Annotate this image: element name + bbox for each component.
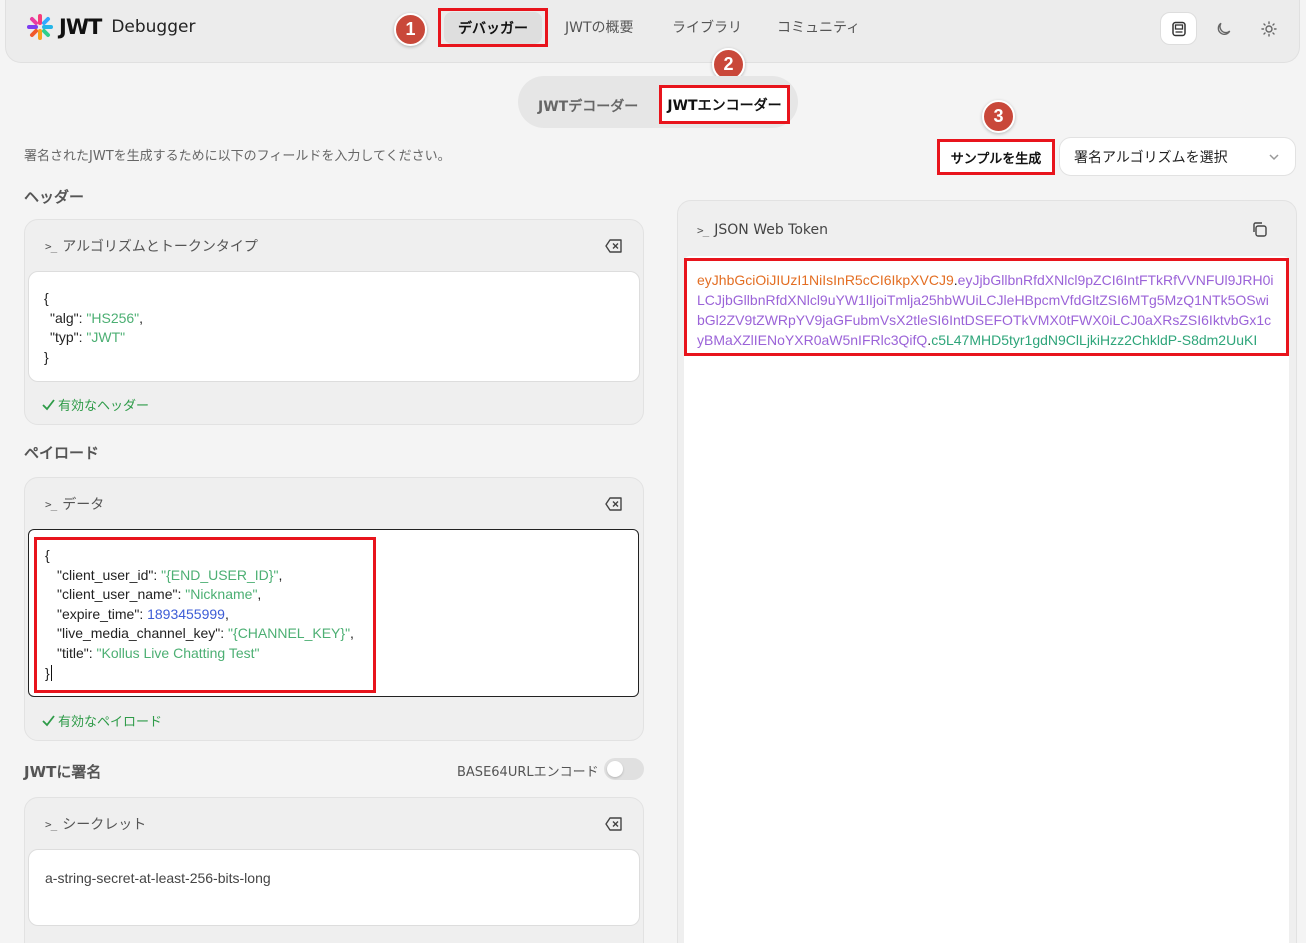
jwt-encoder-tab[interactable]: JWTエンコーダー [659, 85, 790, 124]
token-output-area[interactable] [684, 256, 1289, 943]
secret-input[interactable]: a-string-secret-at-least-256-bits-long [28, 849, 640, 926]
algorithm-select[interactable]: 署名アルゴリズムを選択 [1059, 137, 1296, 176]
terminal-prompt-icon: >_ [697, 223, 709, 237]
json-line: { [45, 547, 50, 563]
algorithm-select-label: 署名アルゴリズムを選択 [1074, 149, 1228, 166]
payload-panel-label: データ [62, 497, 105, 513]
json-line: "alg": "HS256", [50, 309, 144, 326]
token-signature-part: c5L47MHD5tyr1gdN9ClLjkiHzz2ChkldP-S8dm2U… [931, 332, 1258, 348]
json-line: "live_media_channel_key": "{CHANNEL_KEY}… [57, 625, 354, 642]
step-badge-3: 3 [982, 100, 1015, 133]
base64-toggle-label: BASE64URLエンコード [457, 765, 599, 780]
json-line: } [45, 664, 365, 684]
json-line: "client_user_id": "{END_USER_ID}", [57, 566, 283, 583]
theme-switcher [1160, 12, 1288, 45]
generate-sample-button[interactable]: サンプルを生成 [937, 139, 1055, 175]
jwt-star-icon [27, 14, 53, 40]
toggle-knob [607, 761, 623, 777]
json-line: "expire_time": 1893455999, [57, 605, 229, 622]
nav-tab-community[interactable]: コミュニティ [777, 17, 860, 37]
token-panel-title: JSON Web Token [714, 222, 829, 238]
copy-icon[interactable] [1251, 221, 1268, 238]
nav-tab-debugger-label: デバッガー [444, 11, 542, 44]
header-section-title: ヘッダー [24, 188, 85, 206]
system-theme-button[interactable] [1160, 12, 1198, 45]
payload-json-highlight: { "client_user_id": "{END_USER_ID}", "cl… [34, 537, 376, 693]
clear-icon[interactable] [605, 497, 623, 511]
system-icon [1171, 21, 1186, 36]
jwt-logo[interactable]: JWT Debugger [27, 14, 195, 40]
json-line: "title": "Kollus Live Chatting Test" [57, 644, 260, 661]
check-icon [42, 398, 55, 410]
step-badge-1: 1 [394, 13, 427, 46]
header-json-editor[interactable]: { "alg": "HS256", "typ": "JWT" } [28, 271, 640, 382]
clear-icon[interactable] [605, 239, 623, 253]
logo-wordmark: JWT [59, 15, 102, 39]
sun-icon [1261, 20, 1278, 37]
nav-tab-debugger[interactable]: デバッガー [438, 8, 548, 47]
token-panel-header: >_ JSON Web Token [697, 222, 828, 238]
nav-tab-libraries[interactable]: ライブラリ [672, 17, 742, 37]
moon-icon [1217, 22, 1231, 35]
secret-panel-label: シークレット [62, 817, 147, 833]
nav-tab-jwt-intro[interactable]: JWTの概要 [565, 17, 634, 37]
light-theme-button[interactable] [1251, 12, 1288, 45]
logo-product-name: Debugger [111, 17, 196, 37]
clear-icon[interactable] [605, 817, 623, 831]
terminal-prompt-icon: >_ [45, 239, 57, 253]
json-line: { [44, 290, 49, 306]
check-icon [42, 714, 55, 726]
encoded-jwt-token[interactable]: eyJhbGciOiJIUzI1NiIsInR5cCI6IkpXVCJ9.eyJ… [684, 258, 1289, 356]
intro-text: 署名されたJWTを生成するために以下のフィールドを入力してください。 [24, 149, 451, 164]
jwt-decoder-tab[interactable]: JWTデコーダー [538, 96, 638, 116]
json-line: } [44, 348, 49, 365]
chevron-down-icon [1269, 153, 1279, 160]
dark-theme-button[interactable] [1205, 12, 1242, 45]
payload-valid-status: 有効なペイロード [42, 711, 162, 730]
json-line: "typ": "JWT" [50, 329, 126, 345]
json-line: "client_user_name": "Nickname", [57, 586, 262, 603]
token-header-part: eyJhbGciOiJIUzI1NiIsInR5cCI6IkpXVCJ9 [697, 272, 954, 288]
top-navigation-bar [5, 0, 1300, 63]
header-valid-status: 有効なヘッダー [42, 395, 149, 414]
terminal-prompt-icon: >_ [45, 497, 57, 511]
header-panel-label: アルゴリズムとトークンタイプ [62, 239, 258, 255]
signature-section-title: JWTに署名 [24, 763, 102, 781]
base64-toggle[interactable] [604, 758, 644, 780]
terminal-prompt-icon: >_ [45, 817, 57, 831]
payload-section-title: ペイロード [24, 444, 100, 462]
